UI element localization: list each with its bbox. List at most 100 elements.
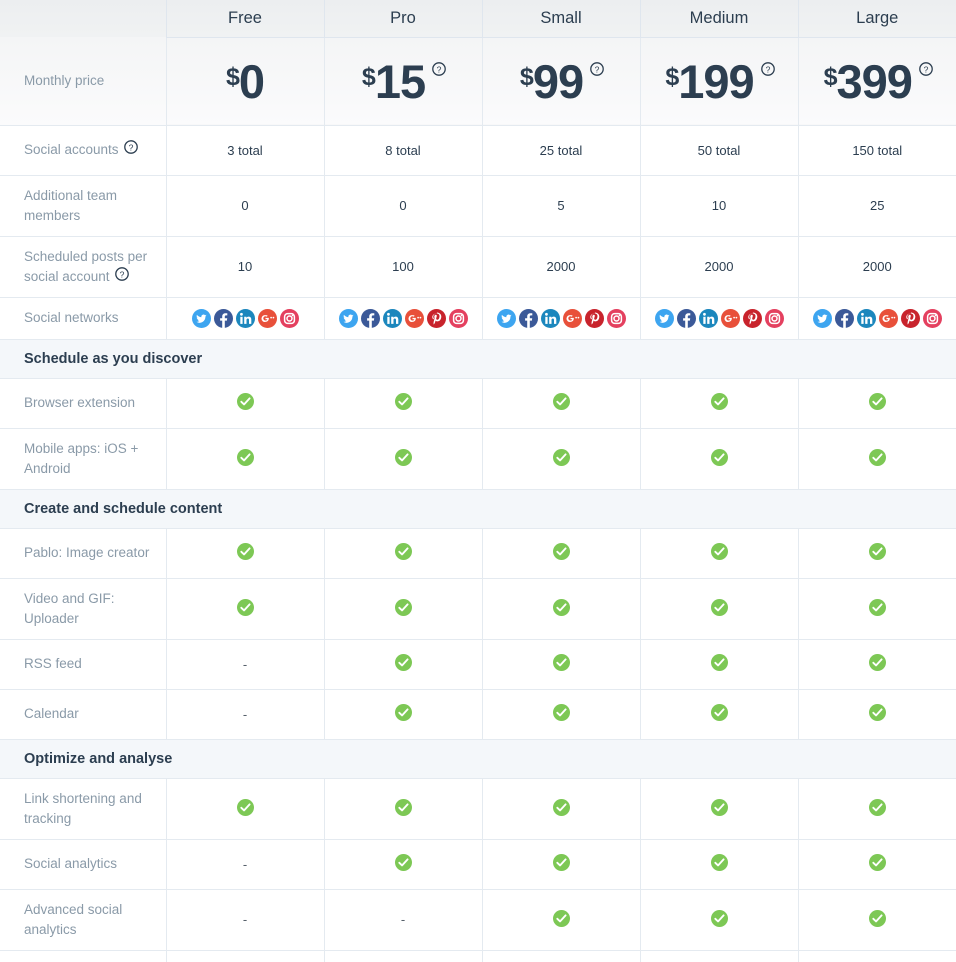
social-network-icon-list (645, 308, 794, 328)
linkedin-icon (856, 308, 876, 328)
row-label: Additional team members (0, 175, 167, 237)
help-icon[interactable]: ? (123, 140, 138, 160)
instagram-icon[interactable] (764, 308, 784, 328)
feature-cell-large (797, 689, 956, 740)
googleplus-icon[interactable] (257, 308, 277, 328)
check-icon (394, 854, 412, 874)
linkedin-icon[interactable] (540, 308, 560, 328)
check-icon (552, 654, 570, 674)
check-icon (710, 704, 728, 724)
help-icon[interactable]: ? (590, 61, 604, 79)
facebook-icon[interactable] (213, 308, 233, 328)
googleplus-icon[interactable] (878, 308, 898, 328)
price-amount: 99 (532, 54, 584, 108)
footer-cell-large[interactable]: LargeTry it free for 14 days. (797, 950, 956, 962)
linkedin-icon[interactable] (382, 308, 402, 328)
pinterest-icon[interactable] (900, 308, 920, 328)
feature-cell-free: - (165, 689, 324, 740)
row-label-text: Social analytics (24, 856, 118, 872)
feature-cell-large (797, 639, 956, 690)
googleplus-icon (404, 308, 424, 328)
unavailable-dash: - (242, 706, 248, 722)
price-amount: 199 (678, 54, 754, 108)
twitter-icon[interactable] (191, 308, 211, 328)
plan-header-small: Small (481, 0, 640, 38)
social-network-icon-list (803, 308, 953, 328)
instagram-icon[interactable] (448, 308, 468, 328)
linkedin-icon[interactable] (856, 308, 876, 328)
twitter-icon[interactable] (812, 308, 832, 328)
unavailable-dash: - (242, 912, 248, 928)
twitter-icon (496, 308, 516, 328)
instagram-icon[interactable] (606, 308, 626, 328)
help-icon[interactable]: ? (432, 61, 446, 79)
feature-cell-small (481, 528, 640, 579)
check-icon (868, 543, 886, 563)
check-icon (394, 393, 412, 413)
googleplus-icon[interactable] (720, 308, 740, 328)
twitter-icon[interactable] (338, 308, 358, 328)
twitter-icon[interactable] (496, 308, 516, 328)
instagram-icon (279, 308, 299, 328)
price-cell-large: $399? (797, 37, 956, 126)
check-icon (710, 798, 728, 819)
check-icon (868, 654, 886, 674)
row-label: Mobile apps: iOS + Android (0, 428, 167, 490)
googleplus-icon[interactable] (404, 308, 424, 328)
svg-text:?: ? (119, 269, 124, 279)
feature-cell-pro (323, 428, 482, 490)
help-icon[interactable]: ? (919, 61, 933, 79)
section-title: Optimize and analyse (0, 738, 956, 779)
check-icon (552, 393, 570, 413)
feature-cell-small (481, 428, 640, 490)
help-icon[interactable]: ? (114, 267, 129, 287)
currency-symbol: $ (361, 62, 376, 91)
footer-cell-pro[interactable]: ProTry it free for 7 days. (323, 950, 482, 962)
twitter-icon (654, 308, 674, 328)
linkedin-icon[interactable] (698, 308, 718, 328)
pricing-table-body: Free Pro Small Medium Large Monthly price $0 $1… (0, 0, 956, 962)
currency-symbol: $ (665, 62, 679, 91)
plan-header-large: Large (797, 0, 956, 38)
twitter-icon[interactable] (654, 308, 674, 328)
value-cell-free: 3 total (165, 125, 324, 176)
footer-cell-medium[interactable]: MediumTry it free for 14 days. (639, 950, 798, 962)
facebook-icon[interactable] (676, 308, 696, 328)
row-label: Link shortening and tracking (0, 778, 167, 840)
value-cell-large: 150 total (797, 125, 956, 176)
facebook-icon[interactable] (834, 308, 854, 328)
check-icon (394, 448, 412, 469)
feature-cell-large (797, 839, 956, 890)
social-networks-row: Social networks (0, 297, 956, 340)
value-cell-small: 2000 (481, 236, 640, 298)
pinterest-icon[interactable] (742, 308, 762, 328)
instagram-icon[interactable] (922, 308, 942, 328)
feature-cell-small (481, 578, 640, 640)
row-label: Social networks (0, 297, 167, 340)
feature-cell-large (797, 889, 956, 951)
footer-cell-small[interactable]: SmallTry it free for 14 days. (481, 950, 640, 962)
footer-cell-free[interactable]: FreeFree Forever. (165, 950, 324, 962)
price-cell-small: $99? (481, 37, 640, 126)
instagram-icon[interactable] (279, 308, 299, 328)
check-icon (868, 448, 886, 469)
instagram-icon (922, 308, 942, 328)
currency-symbol: $ (519, 62, 534, 91)
unavailable-dash: - (400, 912, 406, 928)
feature-cell-pro (323, 778, 482, 840)
check-icon (710, 393, 728, 413)
pinterest-icon[interactable] (584, 308, 604, 328)
networks-cell-medium (639, 297, 798, 340)
networks-cell-large (797, 297, 956, 340)
feature-cell-free (165, 778, 324, 840)
facebook-icon[interactable] (518, 308, 538, 328)
row-label-text: Calendar (24, 706, 79, 722)
currency-symbol: $ (225, 62, 240, 91)
footer-corner-cell (0, 950, 167, 962)
facebook-icon (213, 308, 233, 328)
googleplus-icon[interactable] (562, 308, 582, 328)
help-icon[interactable]: ? (760, 61, 775, 79)
linkedin-icon[interactable] (235, 308, 255, 328)
pinterest-icon[interactable] (426, 308, 446, 328)
facebook-icon[interactable] (360, 308, 380, 328)
